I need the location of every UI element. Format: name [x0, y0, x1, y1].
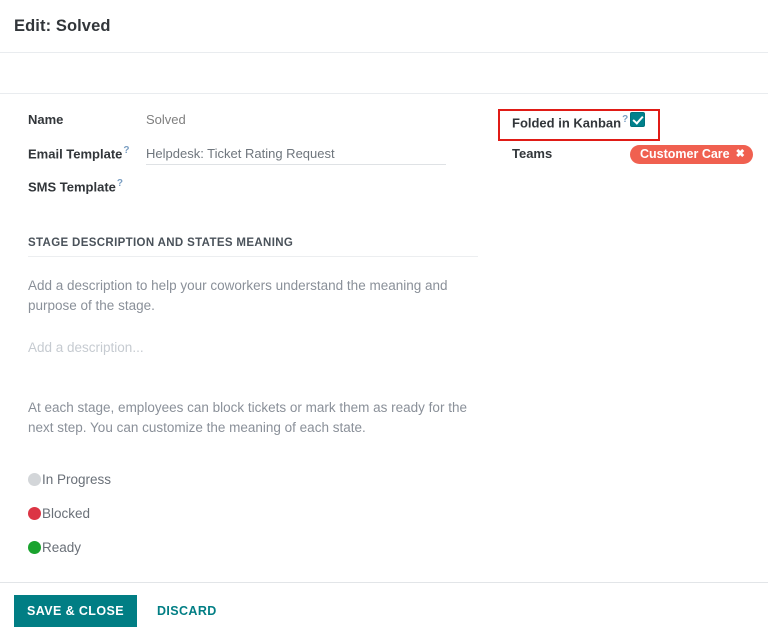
field-label-email-template-text: Email Template	[28, 146, 122, 161]
page-title: Edit: Solved	[14, 17, 111, 36]
state-label: Blocked	[42, 506, 90, 521]
state-row-in-progress[interactable]: In Progress	[28, 462, 768, 496]
field-label-folded-in-kanban-text: Folded in Kanban	[512, 115, 621, 130]
close-icon[interactable]: ✖	[736, 149, 745, 160]
states-list: In Progress Blocked Ready	[28, 462, 768, 564]
field-label-email-template: Email Template?	[28, 145, 146, 161]
field-label-name: Name	[28, 112, 146, 127]
email-template-input[interactable]: Helpdesk: Ticket Rating Request	[146, 146, 446, 165]
form-column-left: Name Solved Email Template? Helpdesk: Ti…	[0, 112, 490, 211]
dialog-body: Name Solved Email Template? Helpdesk: Ti…	[0, 94, 768, 583]
state-label: In Progress	[42, 472, 111, 487]
section-title: STAGE DESCRIPTION AND STATES MEANING	[28, 237, 478, 257]
tag-label: Customer Care	[640, 148, 730, 161]
field-label-teams: Teams	[512, 146, 630, 161]
sheet-top-band	[0, 53, 768, 94]
tag-customer-care[interactable]: Customer Care ✖	[630, 145, 753, 164]
field-label-sms-template-text: SMS Template	[28, 179, 116, 194]
state-label: Ready	[42, 540, 81, 555]
folded-in-kanban-checkbox[interactable]	[630, 112, 645, 127]
field-row-sms-template: SMS Template?	[28, 178, 490, 211]
state-row-ready[interactable]: Ready	[28, 530, 768, 564]
field-label-teams-text: Teams	[512, 146, 552, 161]
discard-button[interactable]: DISCARD	[151, 603, 223, 619]
states-helper-text: At each stage, employees can block ticke…	[28, 398, 468, 438]
help-tooltip-icon[interactable]: ?	[117, 178, 123, 189]
form-grid: Name Solved Email Template? Helpdesk: Ti…	[0, 112, 768, 211]
description-helper-text: Add a description to help your coworkers…	[28, 276, 460, 316]
field-row-email-template: Email Template? Helpdesk: Ticket Rating …	[28, 145, 490, 178]
description-input[interactable]: Add a description...	[28, 340, 768, 355]
stage-description-section: STAGE DESCRIPTION AND STATES MEANING Add…	[0, 237, 768, 564]
state-row-blocked[interactable]: Blocked	[28, 496, 768, 530]
field-label-name-text: Name	[28, 112, 63, 127]
state-dot-blocked-icon	[28, 507, 41, 520]
field-label-folded-in-kanban: Folded in Kanban?	[512, 114, 630, 130]
state-dot-in-progress-icon	[28, 473, 41, 486]
state-dot-ready-icon	[28, 541, 41, 554]
form-column-right: Folded in Kanban? Teams Customer Care ✖	[490, 112, 768, 178]
dialog-footer: SAVE & CLOSE DISCARD	[0, 582, 768, 638]
help-tooltip-icon[interactable]: ?	[622, 114, 628, 125]
help-tooltip-icon[interactable]: ?	[123, 145, 129, 156]
field-row-name: Name Solved	[28, 112, 490, 145]
save-and-close-button[interactable]: SAVE & CLOSE	[14, 595, 137, 627]
field-label-sms-template: SMS Template?	[28, 178, 146, 194]
field-row-folded-in-kanban: Folded in Kanban?	[512, 112, 768, 145]
dialog-header: Edit: Solved	[0, 0, 768, 53]
field-row-teams: Teams Customer Care ✖	[512, 145, 768, 178]
field-value-name[interactable]: Solved	[146, 112, 186, 127]
